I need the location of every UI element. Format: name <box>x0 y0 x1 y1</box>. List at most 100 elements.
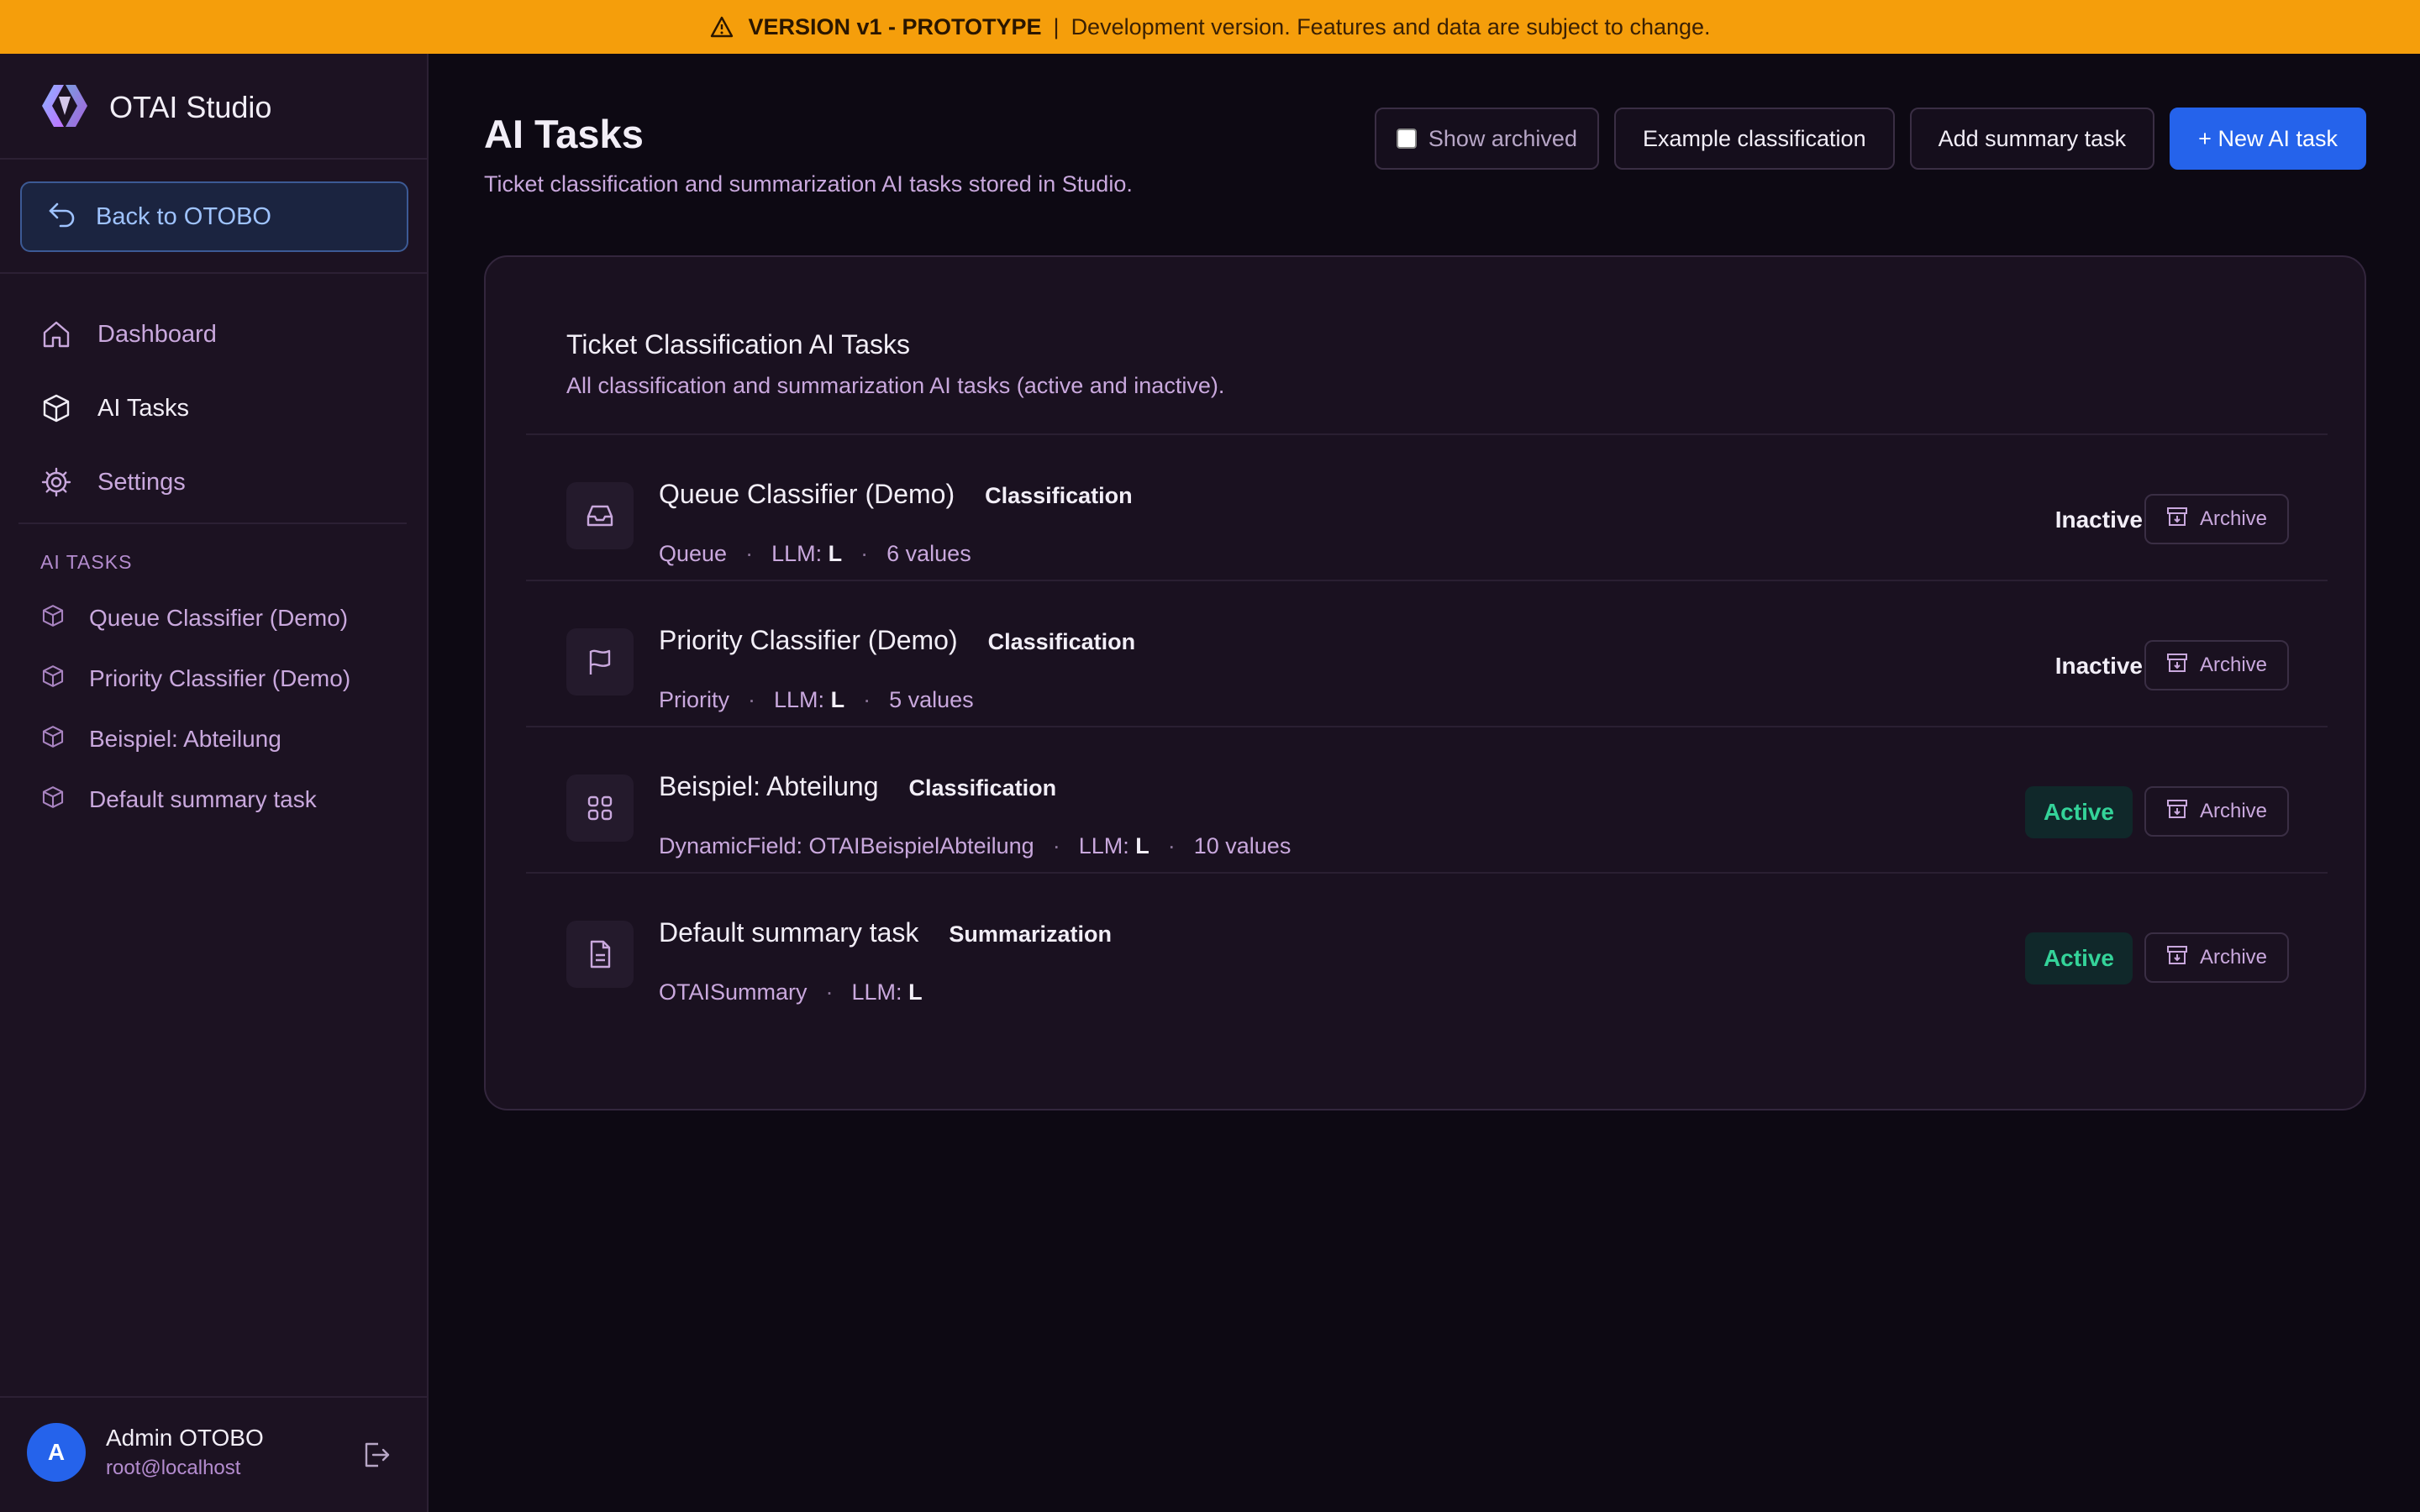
user-profile[interactable]: A Admin OTOBO root@localhost <box>27 1423 264 1482</box>
task-type: Classification <box>987 629 1136 654</box>
task-field: DynamicField: OTAIBeispielAbteilung <box>659 833 1034 858</box>
new-ai-task-button[interactable]: + New AI task <box>2170 108 2366 170</box>
logout-icon[interactable] <box>358 1436 395 1473</box>
card-subtitle: All classification and summarization AI … <box>566 373 1225 398</box>
cube-icon <box>40 603 66 634</box>
sidebar-divider <box>0 272 427 274</box>
sidebar-section-label: AI TASKS <box>40 551 133 573</box>
brand[interactable]: OTAI Studio <box>39 82 271 133</box>
status-badge: Inactive <box>2054 653 2143 679</box>
cube-icon <box>40 392 72 424</box>
document-icon <box>566 921 634 988</box>
sidebar-item-label: Dashboard <box>97 320 217 348</box>
task-llm: LLM: L <box>851 979 923 1005</box>
meta-separator: · <box>745 541 754 566</box>
status-badge: Active <box>2024 932 2133 984</box>
sidebar-item-label: AI Tasks <box>97 394 190 422</box>
back-to-otobo-button[interactable]: Back to OTOBO <box>20 181 408 252</box>
user-email: root@localhost <box>106 1457 241 1479</box>
toolbar: Show archived Example classification Add… <box>1374 108 2366 170</box>
archive-button[interactable]: Archive <box>2144 786 2289 837</box>
task-type: Summarization <box>949 921 1112 947</box>
task-type: Classification <box>985 483 1133 508</box>
task-llm: LLM: L <box>1078 833 1150 858</box>
sidebar-item-dashboard[interactable]: Dashboard <box>40 313 217 355</box>
back-to-otobo-label: Back to OTOBO <box>96 202 271 230</box>
archive-button[interactable]: Archive <box>2144 932 2289 983</box>
sidebar-task-label: Priority Classifier (Demo) <box>89 665 351 691</box>
archive-label: Archive <box>2199 800 2268 822</box>
archive-icon <box>2166 945 2188 971</box>
sidebar-task-beispiel-abteilung[interactable]: Beispiel: Abteilung <box>40 721 281 758</box>
task-title: Beispiel: Abteilung Classification <box>659 771 1056 802</box>
warning-icon <box>709 15 734 39</box>
sidebar-item-settings[interactable]: Settings <box>40 461 186 503</box>
prototype-banner: VERSION v1 - PROTOTYPE | Development ver… <box>0 0 2420 54</box>
cube-icon <box>40 724 66 755</box>
meta-separator: · <box>748 687 756 712</box>
task-field: Queue <box>659 541 728 566</box>
sidebar-divider <box>18 522 407 524</box>
page-subtitle: Ticket classification and summarization … <box>484 171 1133 197</box>
task-title: Queue Classifier (Demo) Classification <box>659 479 1133 510</box>
task-field: Priority <box>659 687 730 712</box>
task-values: 5 values <box>889 687 974 712</box>
show-archived-toggle[interactable]: Show archived <box>1374 108 1599 170</box>
brand-name: OTAI Studio <box>109 90 272 124</box>
add-summary-task-button[interactable]: Add summary task <box>1909 108 2155 170</box>
banner-version: VERSION v1 - PROTOTYPE <box>748 13 1042 39</box>
task-meta: Queue · LLM: L · 6 values <box>659 541 971 567</box>
task-name: Beispiel: Abteilung <box>659 771 879 801</box>
task-list: Queue Classifier (Demo) Classification Qu… <box>526 433 2328 1018</box>
task-name: Queue Classifier (Demo) <box>659 479 955 509</box>
cube-icon <box>40 785 66 816</box>
task-name: Priority Classifier (Demo) <box>659 625 958 655</box>
task-llm: LLM: L <box>771 541 843 566</box>
home-icon <box>40 318 72 350</box>
sidebar-item-label: Settings <box>97 468 186 496</box>
archive-label: Archive <box>2199 946 2268 969</box>
status-badge: Active <box>2024 786 2133 838</box>
back-arrow-icon <box>47 199 77 234</box>
sidebar-task-default-summary[interactable]: Default summary task <box>40 781 317 818</box>
cube-icon <box>40 664 66 695</box>
avatar: A <box>27 1423 86 1482</box>
sidebar-item-ai-tasks[interactable]: AI Tasks <box>40 387 189 429</box>
task-type: Classification <box>908 775 1057 801</box>
banner-message: Development version. Features and data a… <box>1071 13 1711 39</box>
task-meta: OTAISummary · LLM: L <box>659 979 923 1005</box>
archive-button[interactable]: Archive <box>2144 640 2289 690</box>
example-classification-button[interactable]: Example classification <box>1613 108 1895 170</box>
sidebar-task-label: Default summary task <box>89 786 317 812</box>
archive-label: Archive <box>2199 654 2268 676</box>
card-title: Ticket Classification AI Tasks <box>566 329 911 360</box>
status-badge: Inactive <box>2054 507 2143 533</box>
task-row[interactable]: Default summary task Summarization OTAISu… <box>526 872 2328 1018</box>
meta-separator: · <box>825 979 834 1005</box>
page-title: AI Tasks <box>484 112 644 156</box>
meta-separator: · <box>1167 833 1176 858</box>
archive-button[interactable]: Archive <box>2144 494 2289 544</box>
show-archived-label: Show archived <box>1428 125 1577 151</box>
sidebar: OTAI Studio Back to OTOBO Dashboard AI T… <box>0 54 429 1512</box>
show-archived-checkbox[interactable] <box>1396 129 1417 149</box>
user-name: Admin OTOBO <box>106 1425 264 1451</box>
task-meta: DynamicField: OTAIBeispielAbteilung · LL… <box>659 833 1291 859</box>
archive-label: Archive <box>2199 507 2268 530</box>
sidebar-task-priority-classifier[interactable]: Priority Classifier (Demo) <box>40 660 350 697</box>
task-title: Priority Classifier (Demo) Classification <box>659 625 1135 656</box>
task-row[interactable]: Queue Classifier (Demo) Classification Qu… <box>526 433 2328 580</box>
meta-separator: · <box>860 541 869 566</box>
sidebar-divider <box>0 158 427 160</box>
task-values: 6 values <box>886 541 971 566</box>
task-meta: Priority · LLM: L · 5 values <box>659 687 974 713</box>
task-name: Default summary task <box>659 917 919 948</box>
sidebar-task-label: Queue Classifier (Demo) <box>89 605 349 631</box>
user-info: Admin OTOBO root@localhost <box>106 1425 264 1480</box>
task-row[interactable]: Priority Classifier (Demo) Classification… <box>526 580 2328 726</box>
grid-icon <box>566 774 634 842</box>
sidebar-task-queue-classifier[interactable]: Queue Classifier (Demo) <box>40 600 348 637</box>
sidebar-divider <box>0 1396 427 1398</box>
task-row[interactable]: Beispiel: Abteilung Classification Dynami… <box>526 726 2328 872</box>
task-field: OTAISummary <box>659 979 808 1005</box>
